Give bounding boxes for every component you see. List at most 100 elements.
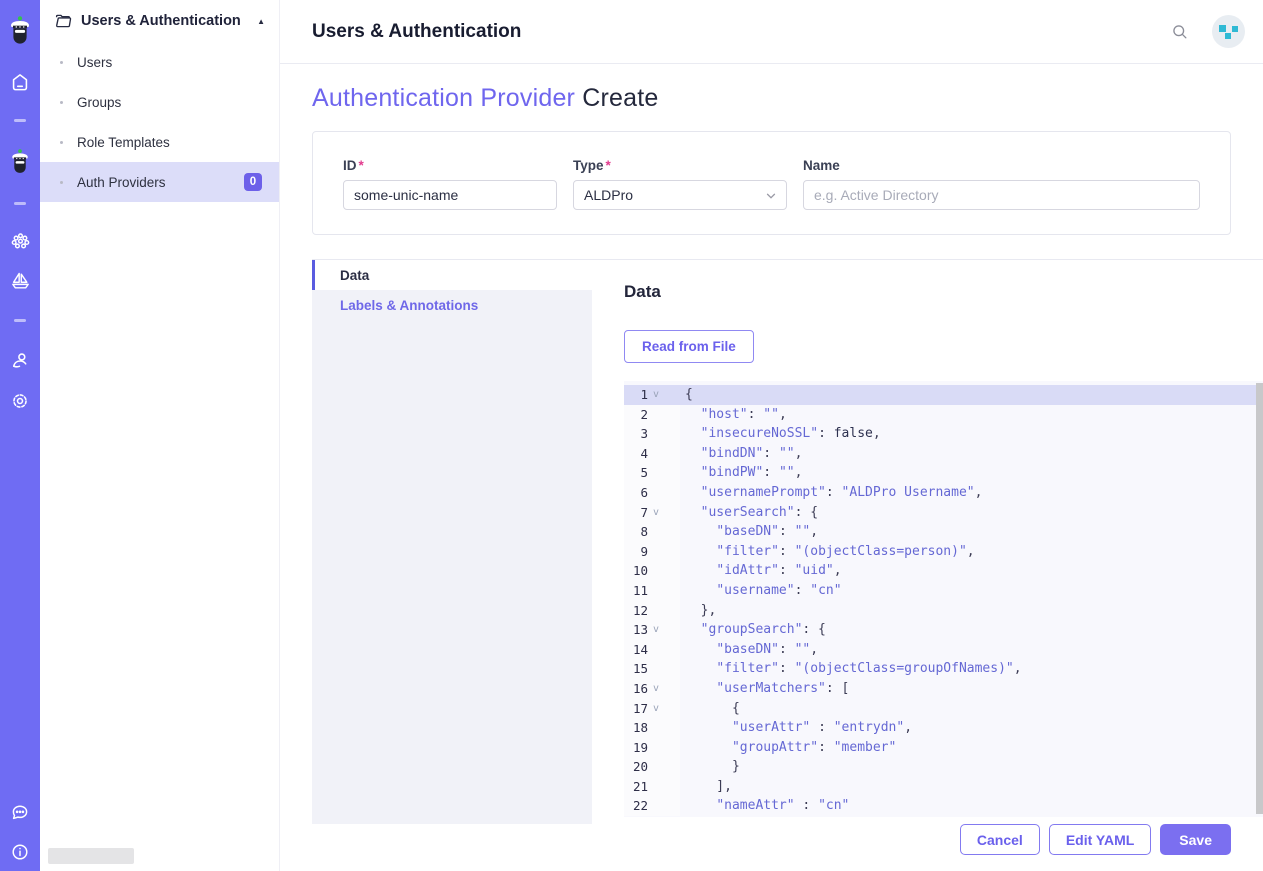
content-row: Data Labels & Annotations Data Read from…	[312, 260, 1263, 824]
code-line[interactable]: 16v "userMatchers": [	[624, 679, 1263, 699]
code-line[interactable]: 4 "bindDN": "",	[624, 444, 1263, 464]
cancel-button[interactable]: Cancel	[960, 824, 1040, 855]
line-gutter: 19	[624, 738, 680, 758]
line-gutter: 21	[624, 777, 680, 797]
users-icon[interactable]	[0, 350, 40, 372]
chevron-down-icon	[764, 189, 778, 203]
code-line[interactable]: 14 "baseDN": "",	[624, 640, 1263, 660]
code-line[interactable]: 12 },	[624, 601, 1263, 621]
code-line[interactable]: 7v "userSearch": {	[624, 503, 1263, 523]
code-line[interactable]: 13v "groupSearch": {	[624, 620, 1263, 640]
code-line[interactable]: 20 }	[624, 757, 1263, 777]
code-text: "filter": "(objectClass=person)",	[680, 542, 1263, 562]
line-gutter: 13v	[624, 620, 680, 640]
line-gutter: 17v	[624, 699, 680, 719]
search-icon[interactable]	[1170, 22, 1190, 42]
line-gutter: 22	[624, 796, 680, 816]
settings-gear-icon[interactable]	[0, 390, 40, 412]
fold-chevron-icon[interactable]: v	[648, 679, 664, 699]
code-line[interactable]: 2 "host": "",	[624, 405, 1263, 425]
user-avatar-identicon[interactable]	[1212, 15, 1245, 48]
code-line[interactable]: 9 "filter": "(objectClass=person)",	[624, 542, 1263, 562]
line-gutter: 7v	[624, 503, 680, 523]
auth-provider-breadcrumb-link[interactable]: Authentication Provider	[312, 84, 575, 112]
sidebar-item-users[interactable]: Users	[40, 42, 279, 82]
sidebar-item-label: Users	[77, 55, 112, 70]
line-gutter: 5	[624, 463, 680, 483]
fold-chevron-icon[interactable]: v	[648, 385, 664, 405]
code-line[interactable]: 10 "idAttr": "uid",	[624, 561, 1263, 581]
editor-scrollbar[interactable]	[1256, 383, 1263, 814]
tab-labels-label: Labels & Annotations	[340, 298, 478, 313]
section-tab-column: Data Labels & Annotations	[312, 260, 592, 824]
code-line[interactable]: 21 ],	[624, 777, 1263, 797]
id-label: ID*	[343, 158, 557, 173]
code-text: "nameAttr" : "cn"	[680, 796, 1263, 816]
sidebar: Users & Authentication ▲ Users Groups Ro…	[40, 0, 280, 871]
code-line[interactable]: 15 "filter": "(objectClass=groupOfNames)…	[624, 659, 1263, 679]
cluster-captain-icon[interactable]	[0, 148, 40, 176]
count-badge: 0	[244, 173, 262, 191]
line-gutter: 14	[624, 640, 680, 660]
code-line[interactable]: 17v {	[624, 699, 1263, 719]
code-editor[interactable]: 1v{2 "host": "",3 "insecureNoSSL": false…	[624, 381, 1263, 817]
folder-icon	[54, 12, 72, 30]
line-gutter: 20	[624, 757, 680, 777]
type-select[interactable]: ALDPro	[573, 180, 787, 210]
line-gutter: 15	[624, 659, 680, 679]
fold-chevron-icon[interactable]: v	[648, 503, 664, 523]
code-text: "bindPW": "",	[680, 463, 1263, 483]
tab-data[interactable]: Data	[312, 260, 592, 290]
code-text: "userMatchers": [	[680, 679, 1263, 699]
code-line[interactable]: 5 "bindPW": "",	[624, 463, 1263, 483]
code-line[interactable]: 22 "nameAttr" : "cn"	[624, 796, 1263, 816]
code-line[interactable]: 1v{	[624, 385, 1263, 405]
fold-chevron-icon[interactable]: v	[648, 620, 664, 640]
info-icon[interactable]	[0, 841, 40, 863]
app-logo-captain-icon[interactable]	[0, 15, 40, 47]
rail-divider	[14, 319, 26, 322]
line-gutter: 8	[624, 522, 680, 542]
feedback-chat-icon[interactable]	[0, 801, 40, 823]
code-line[interactable]: 11 "username": "cn"	[624, 581, 1263, 601]
sidebar-item-role-templates[interactable]: Role Templates	[40, 122, 279, 162]
sidebar-group-label: Users & Authentication	[81, 13, 241, 29]
type-label: Type*	[573, 158, 787, 173]
tab-labels-annotations[interactable]: Labels & Annotations	[312, 290, 592, 320]
sidebar-item-label: Groups	[77, 95, 121, 110]
sidebar-item-label: Role Templates	[77, 135, 170, 150]
main-area: Users & Authentication Authentication Pr…	[280, 0, 1263, 871]
code-text: "filter": "(objectClass=groupOfNames)",	[680, 659, 1263, 679]
sidebar-group-users-authentication[interactable]: Users & Authentication ▲	[40, 0, 279, 42]
sidebar-item-groups[interactable]: Groups	[40, 82, 279, 122]
data-section-heading: Data	[624, 282, 1263, 302]
line-gutter: 4	[624, 444, 680, 464]
line-gutter: 10	[624, 561, 680, 581]
code-line[interactable]: 8 "baseDN": "",	[624, 522, 1263, 542]
code-line[interactable]: 19 "groupAttr": "member"	[624, 738, 1263, 758]
code-text: "usernamePrompt": "ALDPro Username",	[680, 483, 1263, 503]
bullet-dot-icon	[60, 101, 63, 104]
line-gutter: 11	[624, 581, 680, 601]
provider-form-card: ID* Type* ALDPro Name	[312, 131, 1231, 235]
rail-divider	[14, 202, 26, 205]
code-line[interactable]: 6 "usernamePrompt": "ALDPro Username",	[624, 483, 1263, 503]
code-text: {	[680, 385, 1263, 405]
id-input[interactable]	[343, 180, 557, 210]
name-input[interactable]	[803, 180, 1200, 210]
code-line[interactable]: 18 "userAttr" : "entrydn",	[624, 718, 1263, 738]
fold-chevron-icon[interactable]: v	[648, 699, 664, 719]
read-from-file-button[interactable]: Read from File	[624, 330, 754, 363]
home-icon[interactable]	[0, 72, 40, 94]
save-button[interactable]: Save	[1160, 824, 1231, 855]
sidebar-item-auth-providers[interactable]: Auth Providers 0	[40, 162, 279, 202]
fleet-circles-icon[interactable]	[0, 231, 40, 254]
name-label: Name	[803, 158, 1200, 173]
collapse-caret-icon[interactable]: ▲	[257, 17, 265, 26]
sailboat-icon[interactable]	[0, 270, 40, 293]
code-text: "insecureNoSSL": false,	[680, 424, 1263, 444]
required-asterisk: *	[606, 158, 611, 173]
edit-yaml-button[interactable]: Edit YAML	[1049, 824, 1151, 855]
line-gutter: 2	[624, 405, 680, 425]
code-line[interactable]: 3 "insecureNoSSL": false,	[624, 424, 1263, 444]
